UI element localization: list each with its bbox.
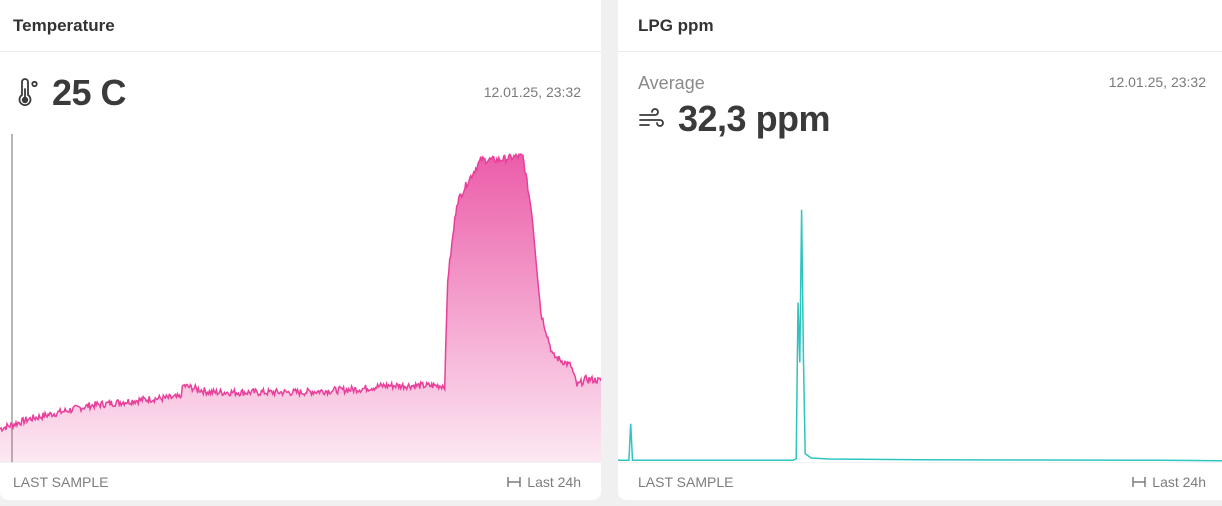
thermometer-icon xyxy=(16,78,40,108)
last-sample-label: LAST SAMPLE xyxy=(13,473,109,490)
lpg-card: LPG ppm Average 32,3 ppm 12.01.25, 23:32… xyxy=(618,0,1222,500)
average-label: Average xyxy=(638,73,705,93)
range-selector[interactable]: Last 24h xyxy=(507,474,581,490)
temperature-area xyxy=(0,154,601,462)
timestamp: 12.01.25, 23:32 xyxy=(483,84,581,100)
temperature-value-row: 25 C xyxy=(16,72,127,114)
wind-icon xyxy=(638,107,666,131)
temperature-chart xyxy=(0,134,601,462)
temperature-value: 25 C xyxy=(52,72,127,113)
card-title: Temperature xyxy=(0,0,601,52)
lpg-chart xyxy=(618,209,1222,462)
range-icon xyxy=(1132,476,1147,487)
range-icon xyxy=(507,476,522,487)
temperature-card: Temperature 25 C 12.01.25, 23:32 LAST SA… xyxy=(0,0,601,500)
card-footer: LAST SAMPLE Last 24h xyxy=(0,462,601,500)
range-selector[interactable]: Last 24h xyxy=(1132,474,1206,490)
timestamp: 12.01.25, 23:32 xyxy=(1108,74,1206,90)
range-label: Last 24h xyxy=(527,473,581,490)
card-title: LPG ppm xyxy=(618,0,1222,52)
last-sample-label: LAST SAMPLE xyxy=(638,473,734,490)
lpg-line xyxy=(618,209,1222,462)
card-footer: LAST SAMPLE Last 24h xyxy=(618,462,1222,500)
range-label: Last 24h xyxy=(1152,473,1206,490)
